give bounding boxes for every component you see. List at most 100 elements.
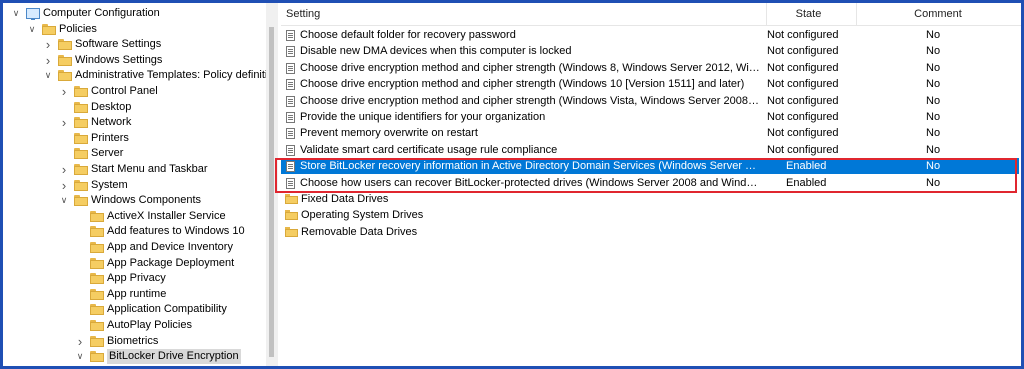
tree-item-label: Desktop bbox=[91, 100, 132, 113]
policy-state: Enabled bbox=[786, 176, 827, 189]
chevron-right-icon[interactable]: › bbox=[59, 84, 69, 99]
tree-item[interactable]: App Privacy bbox=[3, 271, 265, 286]
policy-row[interactable]: Store BitLocker recovery information in … bbox=[281, 158, 1019, 175]
tree-item-label: Start Menu and Taskbar bbox=[91, 163, 208, 175]
tree-item[interactable]: ∨ Administrative Templates: Policy defini… bbox=[3, 68, 266, 83]
tree-item[interactable]: › Windows Settings bbox=[3, 53, 265, 68]
policy-setting-name: Provide the unique identifiers for your … bbox=[300, 111, 546, 123]
policy-row[interactable]: Choose how users can recover BitLocker-p… bbox=[281, 175, 1019, 191]
chevron-down-icon[interactable]: ∨ bbox=[43, 68, 53, 83]
tree-item-label: Printers bbox=[91, 131, 129, 144]
policy-setting-name: Disable new DMA devices when this comput… bbox=[300, 45, 572, 58]
tree-item[interactable]: › Start Menu and Taskbar bbox=[3, 162, 265, 177]
tree-item-label: App runtime bbox=[107, 287, 167, 300]
header-divider bbox=[281, 25, 1021, 26]
chevron-right-icon[interactable]: › bbox=[59, 162, 69, 177]
tree-item[interactable]: › Software Settings bbox=[3, 37, 265, 52]
tree-item[interactable]: App Package Deployment bbox=[3, 256, 265, 271]
chevron-right-icon[interactable]: › bbox=[43, 37, 53, 52]
chevron-right-icon[interactable]: › bbox=[43, 53, 53, 68]
tree-item-label: Windows Settings bbox=[75, 53, 163, 66]
policy-state: Not configured bbox=[767, 45, 839, 58]
tree-item-label: App Package Deployment bbox=[107, 256, 235, 269]
tree-item[interactable]: Desktop bbox=[3, 100, 265, 115]
scrollbar-thumb[interactable] bbox=[269, 27, 274, 357]
policy-setting-icon bbox=[286, 46, 295, 58]
policy-comment: No bbox=[926, 29, 941, 41]
policy-state: Not configured bbox=[767, 61, 839, 74]
tree-item[interactable]: ActiveX Installer Service bbox=[3, 209, 265, 224]
tree-item[interactable]: › Control Panel bbox=[3, 84, 265, 99]
tree-item[interactable]: › System bbox=[3, 178, 265, 193]
tree-item[interactable]: Add features to Windows 10 bbox=[3, 224, 265, 239]
folder-icon bbox=[90, 226, 104, 238]
folder-name: Operating System Drives bbox=[301, 209, 424, 222]
policy-comment: No bbox=[926, 94, 941, 107]
policy-comment: No bbox=[926, 143, 941, 156]
folder-icon bbox=[90, 273, 104, 285]
tree-item-label: App and Device Inventory bbox=[107, 241, 233, 253]
policy-row[interactable]: Disable new DMA devices when this comput… bbox=[281, 43, 1019, 59]
folder-icon bbox=[285, 210, 298, 221]
tree-item[interactable]: AutoPlay Policies bbox=[3, 318, 265, 333]
policy-setting-icon bbox=[286, 79, 295, 91]
folder-icon bbox=[90, 335, 104, 347]
tree-item[interactable]: Application Compatibility bbox=[3, 302, 265, 317]
tree-item-label: BitLocker Drive Encryption bbox=[107, 349, 241, 365]
chevron-down-icon[interactable]: ∨ bbox=[75, 349, 85, 364]
tree-item[interactable]: ∨ BitLocker Drive Encryption bbox=[3, 349, 265, 365]
tree-item[interactable]: App runtime bbox=[3, 287, 265, 302]
folder-icon bbox=[90, 210, 104, 222]
policy-row[interactable]: Choose drive encryption method and ciphe… bbox=[281, 60, 1019, 76]
folder-icon bbox=[74, 86, 88, 97]
tree-item[interactable]: › Biometrics bbox=[3, 334, 265, 349]
tree-item-label: App Privacy bbox=[107, 272, 166, 285]
policy-row[interactable]: Choose drive encryption method and ciphe… bbox=[281, 93, 1019, 109]
policy-setting-icon bbox=[286, 30, 295, 41]
computer-icon bbox=[26, 8, 40, 20]
tree-item-label: Control Panel bbox=[91, 85, 158, 97]
tree-item-label: Windows Components bbox=[91, 194, 202, 207]
tree-item[interactable]: ∨ Windows Components bbox=[3, 193, 265, 208]
policy-setting-name: Store BitLocker recovery information in … bbox=[300, 160, 760, 173]
tree-item[interactable]: Server bbox=[3, 146, 265, 161]
folder-icon bbox=[74, 117, 88, 129]
navigation-tree: ∨ Computer Configuration ∨ Policies › Softwar… bbox=[3, 3, 266, 366]
folder-icon bbox=[90, 242, 104, 253]
folder-icon bbox=[42, 23, 56, 35]
folder-row[interactable]: Removable Data Drives bbox=[281, 224, 1019, 240]
policy-row[interactable]: Choose default folder for recovery passw… bbox=[281, 27, 1019, 43]
folder-row[interactable]: Fixed Data Drives bbox=[281, 191, 1019, 207]
tree-item[interactable]: › Network bbox=[3, 115, 265, 130]
folder-row[interactable]: Operating System Drives bbox=[281, 207, 1019, 223]
policy-state: Enabled bbox=[786, 160, 827, 173]
column-header-comment[interactable]: Comment bbox=[857, 3, 1019, 25]
tree-item[interactable]: ∨ Computer Configuration bbox=[3, 6, 265, 21]
policy-setting-icon bbox=[286, 62, 295, 74]
column-header-state[interactable]: State bbox=[761, 3, 857, 25]
tree-item[interactable]: ∨ Policies bbox=[3, 22, 265, 37]
policy-comment: No bbox=[926, 61, 941, 74]
chevron-down-icon[interactable]: ∨ bbox=[11, 6, 21, 21]
tree-item-label: Server bbox=[91, 147, 124, 160]
policy-row[interactable]: Prevent memory overwrite on restart Not c… bbox=[281, 125, 1019, 141]
policy-setting-name: Choose drive encryption method and ciphe… bbox=[300, 61, 760, 74]
policy-setting-icon bbox=[286, 177, 295, 189]
chevron-down-icon[interactable]: ∨ bbox=[27, 22, 37, 37]
column-header-setting[interactable]: Setting bbox=[281, 3, 767, 25]
tree-item-label: Network bbox=[91, 116, 132, 129]
policy-comment: No bbox=[926, 45, 941, 58]
chevron-right-icon[interactable]: › bbox=[59, 115, 69, 130]
chevron-right-icon[interactable]: › bbox=[75, 334, 85, 349]
policy-row[interactable]: Provide the unique identifiers for your … bbox=[281, 109, 1019, 125]
tree-item[interactable]: App and Device Inventory bbox=[3, 240, 265, 255]
policy-setting-icon bbox=[286, 161, 295, 173]
policy-row[interactable]: Choose drive encryption method and ciphe… bbox=[281, 76, 1019, 92]
gpo-editor-window: ∨ Computer Configuration ∨ Policies › Softwar… bbox=[3, 3, 1021, 366]
chevron-right-icon[interactable]: › bbox=[59, 178, 69, 193]
policy-row[interactable]: Validate smart card certificate usage ru… bbox=[281, 142, 1019, 158]
tree-item[interactable]: Printers bbox=[3, 131, 265, 146]
tree-scrollbar[interactable] bbox=[266, 3, 278, 366]
chevron-down-icon[interactable]: ∨ bbox=[59, 193, 69, 208]
policy-setting-name: Validate smart card certificate usage ru… bbox=[300, 143, 558, 156]
